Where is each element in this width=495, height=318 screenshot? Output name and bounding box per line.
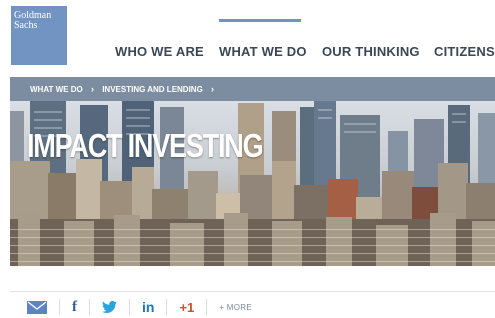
breadcrumb-item-what-we-do[interactable]: WHAT WE DO (30, 85, 83, 94)
breadcrumb: WHAT WE DO › INVESTING AND LENDING › (10, 77, 495, 101)
main-nav: WHO WE ARE WHAT WE DO OUR THINKING CITIZ… (0, 44, 495, 64)
nav-item-citizenship[interactable]: CITIZENSH (434, 44, 495, 59)
page-title: IMPACT INVESTING (27, 127, 264, 164)
share-bar: f in +1 + MORE (27, 296, 495, 318)
share-separator (89, 299, 90, 315)
twitter-bird-icon (102, 301, 117, 313)
logo-line-2: Sachs (14, 20, 38, 31)
share-separator (129, 299, 130, 315)
share-separator (206, 299, 208, 315)
breadcrumb-item-investing-and-lending[interactable]: INVESTING AND LENDING (102, 85, 203, 94)
share-separator (166, 299, 168, 315)
facebook-share-button[interactable]: f (72, 298, 77, 316)
email-share-button[interactable] (27, 298, 47, 316)
nav-item-our-thinking[interactable]: OUR THINKING (322, 44, 420, 59)
hero-banner: IMPACT INVESTING (10, 101, 495, 266)
more-share-button[interactable]: + MORE (219, 298, 252, 316)
active-nav-indicator (219, 19, 301, 22)
city-skyline-image (10, 101, 495, 266)
nav-item-what-we-do[interactable]: WHAT WE DO (219, 44, 307, 59)
breadcrumb-separator: › (211, 84, 215, 94)
linkedin-share-button[interactable]: in (142, 298, 154, 316)
nav-item-who-we-are[interactable]: WHO WE ARE (115, 44, 204, 59)
twitter-share-button[interactable] (102, 298, 117, 316)
section-divider (10, 291, 495, 292)
breadcrumb-separator: › (90, 84, 94, 94)
googleplus-share-button[interactable]: +1 (179, 298, 194, 316)
share-separator (59, 299, 60, 315)
envelope-icon (27, 300, 47, 314)
